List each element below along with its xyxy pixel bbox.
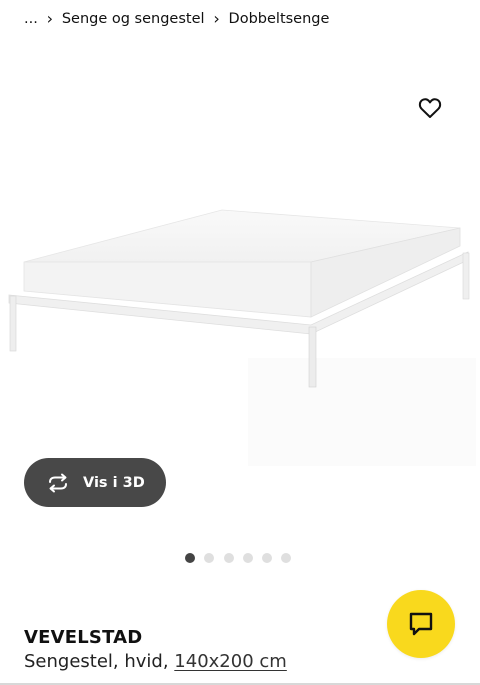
gallery-pagination bbox=[185, 553, 301, 563]
gallery-dot[interactable] bbox=[262, 553, 273, 563]
gallery-dot[interactable] bbox=[223, 553, 234, 563]
product-size-link[interactable]: 140x200 cm bbox=[174, 651, 287, 672]
breadcrumb-separator-icon: › bbox=[46, 9, 54, 28]
breadcrumb-ellipsis[interactable]: ... bbox=[24, 11, 38, 27]
breadcrumb-item-dobbeltsenge[interactable]: Dobbeltsenge bbox=[229, 11, 330, 27]
rotate-3d-icon bbox=[45, 472, 71, 494]
gallery-dot[interactable] bbox=[185, 553, 195, 563]
heart-icon bbox=[418, 98, 442, 118]
chat-icon bbox=[409, 612, 433, 636]
gallery-dot[interactable] bbox=[281, 553, 292, 563]
breadcrumb: ... › Senge og sengestel › Dobbeltsenge bbox=[24, 8, 329, 30]
chat-button[interactable] bbox=[387, 590, 455, 658]
product-name: VEVELSTAD bbox=[24, 627, 143, 648]
gallery-dot[interactable] bbox=[242, 553, 253, 563]
favorite-button[interactable] bbox=[416, 94, 444, 122]
view-in-3d-label: Vis i 3D bbox=[83, 474, 145, 491]
product-description-text: Sengestel, hvid, bbox=[24, 651, 175, 672]
breadcrumb-separator-icon: › bbox=[213, 9, 220, 28]
product-image[interactable] bbox=[0, 150, 480, 480]
view-in-3d-button[interactable]: Vis i 3D bbox=[24, 458, 166, 507]
gallery-dot[interactable] bbox=[204, 553, 215, 563]
product-description: Sengestel, hvid, 140x200 cm bbox=[24, 651, 287, 672]
breadcrumb-item-senge-og-sengestel[interactable]: Senge og sengestel bbox=[62, 11, 205, 27]
